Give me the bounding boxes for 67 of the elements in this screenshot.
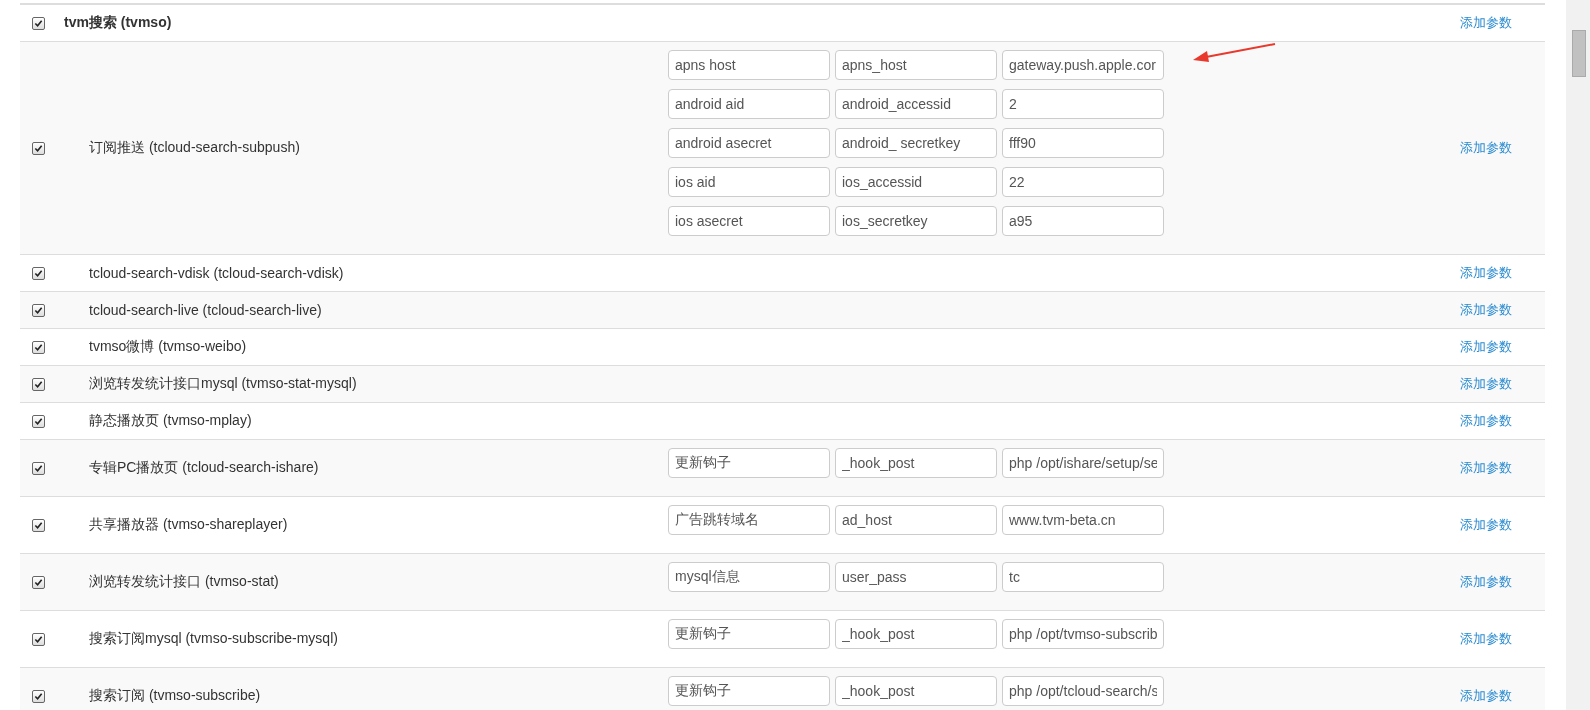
param-value-field[interactable]: tc: [1002, 562, 1164, 592]
add-parameter-link[interactable]: 添加参数: [1459, 375, 1512, 393]
module-name: 订阅推送 (tcloud-search-subpush): [89, 139, 300, 157]
param-value-field[interactable]: gateway.push.apple.cor: [1002, 50, 1164, 80]
checkbox[interactable]: [31, 303, 45, 317]
module-name: 浏览转发统计接口mysql (tvmso-stat-mysql): [89, 375, 357, 393]
param-label-field[interactable]: 广告跳转域名: [668, 505, 830, 535]
checkbox[interactable]: [31, 575, 45, 589]
checkbox[interactable]: [31, 689, 45, 703]
module-name: 浏览转发统计接口 (tvmso-stat): [89, 573, 279, 591]
add-parameter-link[interactable]: 添加参数: [1459, 14, 1512, 32]
module-name: 搜索订阅mysql (tvmso-subscribe-mysql): [89, 630, 338, 648]
param-label-field[interactable]: ios asecret: [668, 206, 830, 236]
param-label-field[interactable]: android aid: [668, 89, 830, 119]
add-parameter-link[interactable]: 添加参数: [1459, 516, 1512, 534]
param-label-field[interactable]: 更新钩子: [668, 619, 830, 649]
checkbox[interactable]: [31, 16, 45, 30]
param-key-field[interactable]: user_pass: [835, 562, 997, 592]
module-name: 专辑PC播放页 (tcloud-search-ishare): [89, 459, 319, 477]
param-key-field[interactable]: _hook_post: [835, 676, 997, 706]
checkbox[interactable]: [31, 518, 45, 532]
checkbox[interactable]: [31, 141, 45, 155]
param-value-field[interactable]: 22: [1002, 167, 1164, 197]
param-key-field[interactable]: _hook_post: [835, 448, 997, 478]
param-key-field[interactable]: android_ secretkey: [835, 128, 997, 158]
param-label-field[interactable]: android asecret: [668, 128, 830, 158]
module-name: 静态播放页 (tvmso-mplay): [89, 412, 252, 430]
param-label-field[interactable]: ios aid: [668, 167, 830, 197]
checkbox[interactable]: [31, 461, 45, 475]
param-value-field[interactable]: php /opt/ishare/setup/se: [1002, 448, 1164, 478]
param-label-field[interactable]: 更新钩子: [668, 448, 830, 478]
add-parameter-link[interactable]: 添加参数: [1459, 573, 1512, 591]
param-key-field[interactable]: ad_host: [835, 505, 997, 535]
checkbox[interactable]: [31, 377, 45, 391]
scrollbar[interactable]: [1566, 0, 1590, 710]
param-value-field[interactable]: www.tvm-beta.cn: [1002, 505, 1164, 535]
param-label-field[interactable]: 更新钩子: [668, 676, 830, 706]
param-label-field[interactable]: mysql信息: [668, 562, 830, 592]
checkbox[interactable]: [31, 340, 45, 354]
module-name: tcloud-search-live (tcloud-search-live): [89, 302, 322, 318]
param-value-field[interactable]: fff90: [1002, 128, 1164, 158]
module-name: tvm搜索 (tvmso): [64, 14, 172, 32]
add-parameter-link[interactable]: 添加参数: [1459, 459, 1512, 477]
param-key-field[interactable]: ios_secretkey: [835, 206, 997, 236]
add-parameter-link[interactable]: 添加参数: [1459, 301, 1512, 319]
add-parameter-link[interactable]: 添加参数: [1459, 139, 1512, 157]
checkbox[interactable]: [31, 266, 45, 280]
param-key-field[interactable]: _hook_post: [835, 619, 997, 649]
add-parameter-link[interactable]: 添加参数: [1459, 338, 1512, 356]
checkbox[interactable]: [31, 414, 45, 428]
module-name: tcloud-search-vdisk (tcloud-search-vdisk): [89, 265, 344, 281]
module-name: 共享播放器 (tvmso-shareplayer): [89, 516, 288, 534]
param-value-field[interactable]: 2: [1002, 89, 1164, 119]
add-parameter-link[interactable]: 添加参数: [1459, 412, 1512, 430]
param-value-field[interactable]: php /opt/tcloud-search/s: [1002, 676, 1164, 706]
param-value-field[interactable]: a95: [1002, 206, 1164, 236]
param-label-field[interactable]: apns host: [668, 50, 830, 80]
module-name: tvmso微博 (tvmso-weibo): [89, 338, 247, 356]
param-value-field[interactable]: php /opt/tvmso-subscrib: [1002, 619, 1164, 649]
param-key-field[interactable]: apns_host: [835, 50, 997, 80]
param-key-field[interactable]: ios_accessid: [835, 167, 997, 197]
param-key-field[interactable]: android_accessid: [835, 89, 997, 119]
module-name: 搜索订阅 (tvmso-subscribe): [89, 687, 261, 705]
add-parameter-link[interactable]: 添加参数: [1459, 687, 1512, 705]
add-parameter-link[interactable]: 添加参数: [1459, 630, 1512, 648]
add-parameter-link[interactable]: 添加参数: [1459, 264, 1512, 282]
checkbox[interactable]: [31, 632, 45, 646]
